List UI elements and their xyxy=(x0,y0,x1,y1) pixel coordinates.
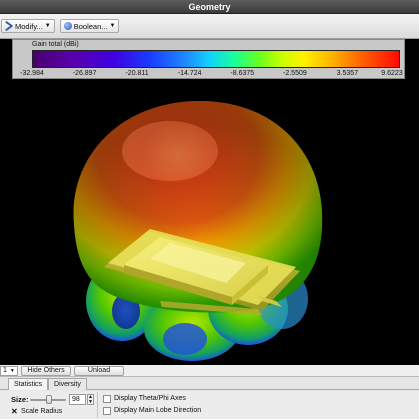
result-selector-value: 1 xyxy=(3,367,7,374)
gain-legend: Gain total (dBi) -32.984 -26.897 -20.811… xyxy=(12,39,405,79)
tab-diversity[interactable]: Diversity xyxy=(48,378,87,390)
modify-button[interactable]: Modify... ▼ xyxy=(1,19,55,33)
legend-tick: -20.811 xyxy=(125,70,149,77)
display-theta-phi-checkbox[interactable] xyxy=(103,395,111,403)
results-toolbar: 1 ▼ Hide Others Unload xyxy=(0,365,419,377)
legend-tick: -14.724 xyxy=(177,70,202,77)
tab-bar: Statistics Diversity xyxy=(0,378,419,390)
scale-radius-checkbox[interactable]: ✕ xyxy=(11,408,18,416)
legend-tick: -26.897 xyxy=(72,70,97,77)
display-theta-phi-label: Display Theta/Phi Axes xyxy=(114,395,186,402)
size-input[interactable]: 98 xyxy=(69,394,86,405)
chevron-down-icon: ▼ xyxy=(9,367,15,374)
3d-viewport[interactable]: Gain total (dBi) -32.984 -26.897 -20.811… xyxy=(0,39,419,365)
bottom-panel: 1 ▼ Hide Others Unload Statistics Divers… xyxy=(0,365,419,419)
legend-title: Gain total (dBi) xyxy=(32,41,79,48)
legend-colorbar xyxy=(32,50,400,68)
window-title: Geometry xyxy=(0,0,419,14)
tab-statistics[interactable]: Statistics xyxy=(8,378,49,390)
radiation-pattern-3d xyxy=(73,100,323,361)
display-main-lobe-checkbox[interactable] xyxy=(103,407,111,415)
modify-icon xyxy=(5,22,13,30)
display-controls: Size: 98 ▲ ▼ ✕ Scale Radius Display Theta… xyxy=(0,391,419,419)
legend-ticks: -32.984 -26.897 -20.811 -14.724 -8.6375 … xyxy=(13,70,406,79)
divider xyxy=(97,392,98,418)
modify-label: Modify... xyxy=(15,21,43,31)
legend-tick: 3.5357 xyxy=(336,70,359,77)
boolean-button[interactable]: Boolean... ▼ xyxy=(59,19,120,33)
legend-tick: -32.984 xyxy=(20,70,44,77)
size-slider-handle[interactable] xyxy=(46,395,52,404)
legend-tick: 9.6223 xyxy=(381,70,403,77)
chevron-down-icon: ▼ xyxy=(44,23,51,29)
toolbar: Modify... ▼ Boolean... ▼ xyxy=(0,14,419,39)
chevron-down-icon: ▼ xyxy=(109,23,116,29)
unload-button[interactable]: Unload xyxy=(74,365,124,376)
size-spinner[interactable]: ▲ ▼ xyxy=(87,394,94,405)
result-selector[interactable]: 1 ▼ xyxy=(0,365,18,376)
size-label: Size: xyxy=(11,395,29,404)
boolean-icon xyxy=(63,22,72,30)
legend-tick: -8.6375 xyxy=(230,70,255,77)
hide-others-button[interactable]: Hide Others xyxy=(21,365,71,376)
boolean-label: Boolean... xyxy=(73,21,108,31)
display-main-lobe-label: Display Main Lobe Direction xyxy=(114,407,202,414)
scale-radius-label: Scale Radius xyxy=(21,408,63,415)
legend-tick: -2.5509 xyxy=(283,70,307,77)
